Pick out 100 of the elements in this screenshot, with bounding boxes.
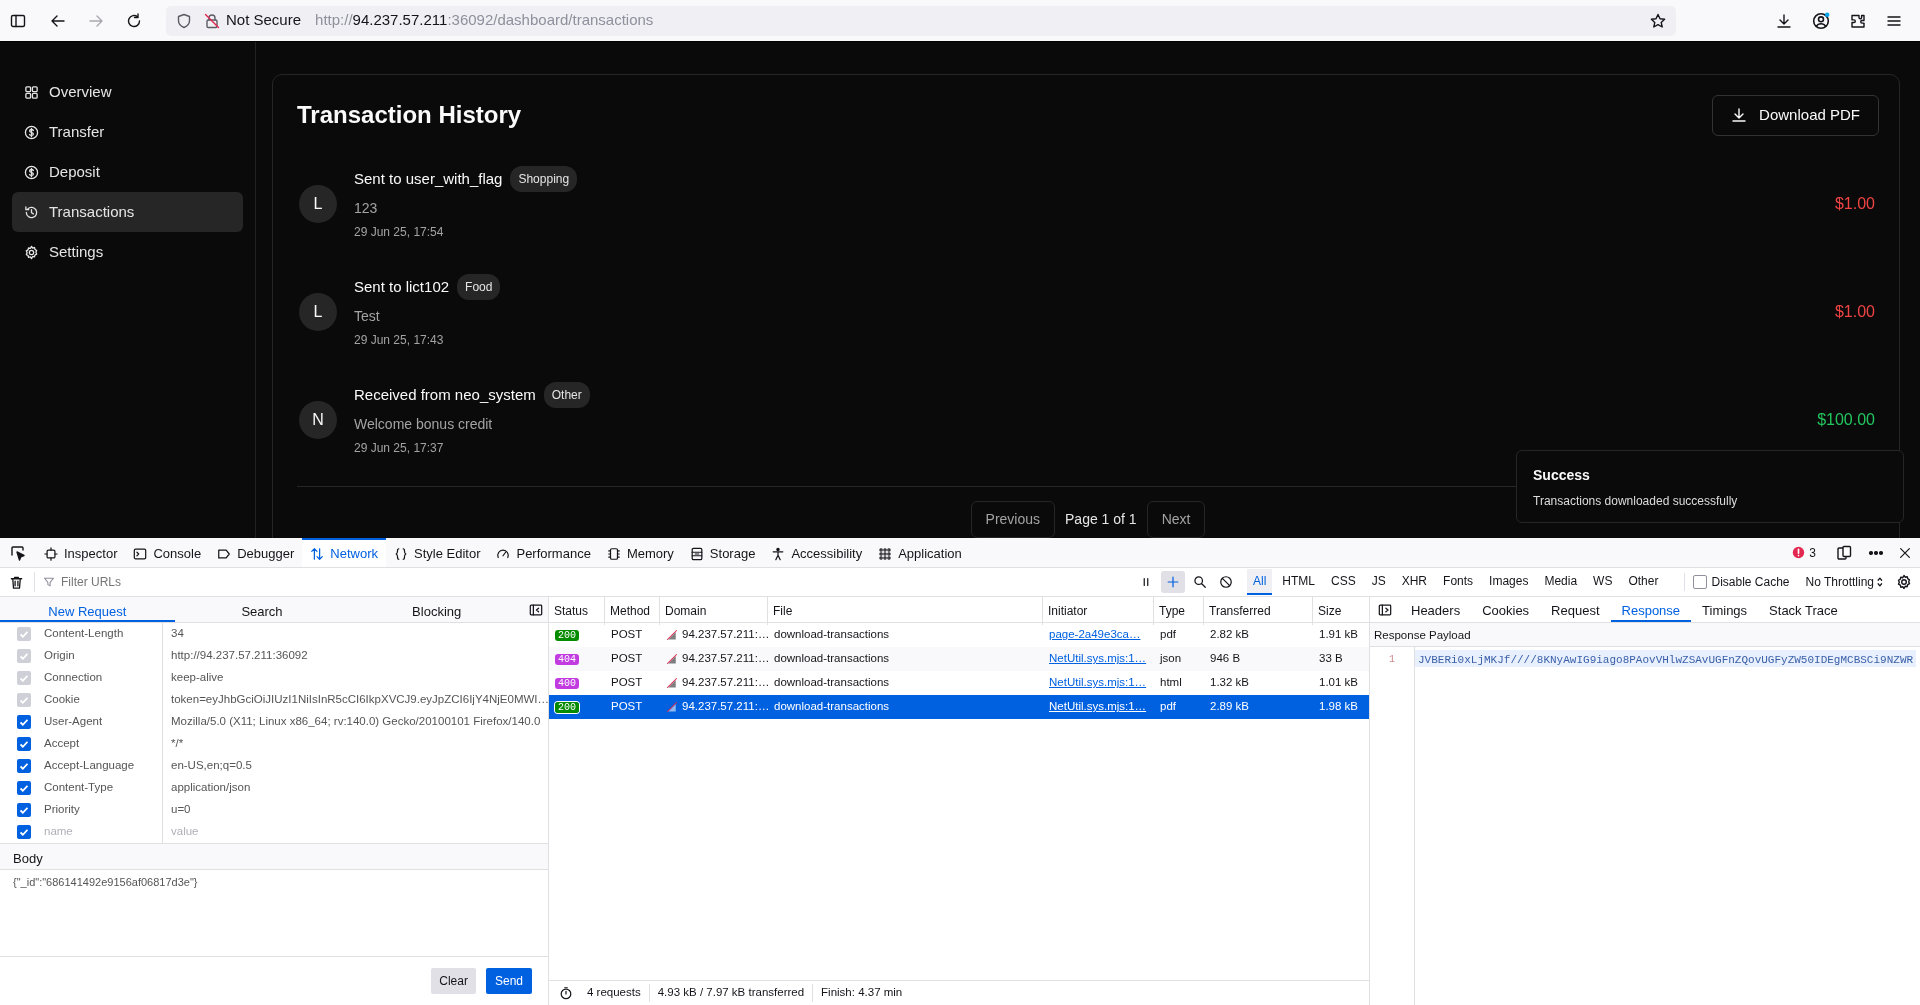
panel-tab[interactable]: Timings: [1691, 597, 1759, 622]
sidebar-item[interactable]: Overview: [12, 72, 243, 112]
download-pdf-button[interactable]: Download PDF: [1712, 95, 1879, 136]
grid-icon: [24, 84, 39, 100]
type-filter[interactable]: XHR: [1395, 569, 1434, 595]
panel-tab[interactable]: Headers: [1400, 597, 1472, 622]
header-checkbox[interactable]: [17, 759, 31, 773]
initiator-link[interactable]: NetUtil.sys.mjs:1…: [1049, 700, 1147, 713]
column-header[interactable]: Initiator: [1043, 597, 1154, 625]
sidebar-item[interactable]: Settings: [12, 232, 243, 272]
header-name[interactable]: Accept: [44, 735, 80, 753]
type-filter[interactable]: WS: [1587, 569, 1619, 595]
settings-icon: [1896, 574, 1912, 590]
devtools-tab[interactable]: Application: [870, 538, 970, 567]
initiator-link[interactable]: NetUtil.sys.mjs:1…: [1049, 652, 1147, 665]
initiator-link[interactable]: NetUtil.sys.mjs:1…: [1049, 676, 1147, 689]
type-filter[interactable]: Fonts: [1437, 569, 1480, 595]
column-header[interactable]: Domain: [660, 597, 768, 625]
type-filter[interactable]: Media: [1538, 569, 1584, 595]
panel-tab[interactable]: New Request: [0, 597, 175, 622]
column-header[interactable]: Transferred: [1204, 597, 1313, 625]
throttling-select[interactable]: No Throttling: [1805, 573, 1884, 591]
request-count: 4 requests: [579, 984, 650, 1002]
sidebar-toggle-icon: [10, 12, 26, 29]
block-icon: [1219, 575, 1233, 589]
type-filter[interactable]: Other: [1622, 569, 1665, 595]
address-bar[interactable]: Not Secure http://94.237.57.211:36092/dashboard/transactions: [166, 5, 1676, 36]
insecure-lock-icon: [204, 12, 220, 29]
transaction-amount: $1.00: [1834, 193, 1875, 214]
disable-cache-checkbox[interactable]: Disable Cache: [1684, 573, 1790, 591]
type-filter[interactable]: JS: [1365, 569, 1392, 595]
devtools-tab[interactable]: Debugger: [209, 538, 303, 567]
devtools-tab[interactable]: Inspector: [36, 538, 126, 567]
filter-field[interactable]: Filter URLs: [59, 572, 339, 592]
request-row[interactable]: 404 POST 94.237.57.211:… download-transactions NetUtil.sys.mjs:1… json 946 B 33 B: [549, 647, 1369, 671]
send-button[interactable]: Send: [485, 968, 532, 994]
sidebar-item[interactable]: Transfer: [12, 112, 243, 152]
panel-tab[interactable]: Search: [174, 597, 350, 622]
debugger-icon: [217, 546, 232, 561]
column-header[interactable]: Size: [1313, 597, 1370, 625]
header-name[interactable]: User-Agent: [44, 713, 103, 731]
type-filter[interactable]: HTML: [1276, 569, 1321, 595]
dock-icon: [529, 602, 543, 617]
panel-tab[interactable]: Stack Trace: [1758, 597, 1849, 622]
request-row[interactable]: 400 POST 94.237.57.211:… download-transactions NetUtil.sys.mjs:1… html 1.32 kB 1.01 kB: [549, 671, 1369, 695]
error-count[interactable]: 3: [1809, 543, 1816, 562]
header-value[interactable]: application/json: [163, 779, 251, 797]
devtools-tab[interactable]: Memory: [598, 538, 682, 567]
header-checkbox[interactable]: [17, 715, 31, 729]
add-button[interactable]: [1161, 571, 1185, 593]
method-cell-text: POST: [610, 675, 644, 691]
request-row[interactable]: 200 POST 94.237.57.211:… download-transactions page-2a49e3ca… pdf 2.82 kB 1.91 kB: [549, 623, 1369, 647]
checkmark-icon: [20, 652, 28, 660]
column-header[interactable]: Status: [549, 597, 605, 625]
error-icon: [1792, 546, 1806, 559]
header-name[interactable]: Accept-Language: [44, 757, 135, 775]
type-filter[interactable]: All: [1247, 569, 1273, 595]
transaction-title: Received from neo_system: [354, 384, 536, 405]
initiator-link[interactable]: page-2a49e3ca…: [1049, 628, 1141, 641]
devtools-tab[interactable]: Style Editor: [386, 538, 489, 567]
header-value[interactable]: u=0: [163, 801, 191, 819]
column-header[interactable]: Method: [605, 597, 660, 625]
header-checkbox[interactable]: [17, 825, 31, 839]
toast-title: Success: [1533, 466, 1591, 485]
sidebar-item[interactable]: Deposit: [12, 152, 243, 192]
column-header[interactable]: Type: [1154, 597, 1204, 625]
body-text[interactable]: {"_id":"686141492e9156af06817d3e"}: [13, 876, 198, 888]
header-checkbox[interactable]: [17, 781, 31, 795]
column-header[interactable]: File: [768, 597, 1043, 625]
shield-icon: [176, 12, 192, 29]
devtools-tab[interactable]: Accessibility: [763, 538, 871, 567]
previous-button[interactable]: Previous: [970, 500, 1055, 538]
transaction-note: 123: [354, 199, 379, 218]
devtools-tab[interactable]: Network: [302, 538, 386, 567]
category-tag: Shopping: [510, 166, 578, 192]
header-checkbox[interactable]: [17, 803, 31, 817]
devtools-tab[interactable]: Performance: [488, 538, 599, 567]
page-indicator: Page 1 of 1: [1064, 509, 1138, 529]
devtools-tab[interactable]: Console: [125, 538, 210, 567]
type-filter[interactable]: CSS: [1325, 569, 1362, 595]
devtools-tab[interactable]: Storage: [681, 538, 764, 567]
gear-icon: [24, 244, 39, 260]
clear-button[interactable]: Clear: [431, 968, 476, 994]
panel-tab[interactable]: Cookies: [1471, 597, 1541, 622]
transferred-cell-text: 2.82 kB: [1209, 627, 1250, 643]
header-value[interactable]: en-US,en;q=0.5: [163, 757, 252, 775]
header-value[interactable]: */*: [163, 735, 184, 753]
domain-cell-text: 94.237.57.211:…: [682, 651, 770, 667]
header-value[interactable]: Mozilla/5.0 (X11; Linux x86_64; rv:140.0) Gecko/20100101 Firefox/140.0: [163, 713, 541, 731]
panel-tab[interactable]: Request: [1540, 597, 1611, 622]
header-name[interactable]: Priority: [44, 801, 80, 819]
domain-cell-text: 94.237.57.211:…: [682, 675, 770, 691]
sidebar-item[interactable]: Transactions: [12, 192, 243, 232]
header-checkbox[interactable]: [17, 737, 31, 751]
header-name[interactable]: Content-Type: [44, 779, 114, 797]
request-row[interactable]: 200 POST 94.237.57.211:… download-transactions NetUtil.sys.mjs:1… pdf 2.89 kB 1.98 kB: [549, 695, 1369, 719]
next-button[interactable]: Next: [1146, 500, 1206, 538]
search-icon: [1193, 575, 1207, 589]
panel-tab[interactable]: Blocking: [349, 597, 524, 622]
type-filter[interactable]: Images: [1483, 569, 1535, 595]
